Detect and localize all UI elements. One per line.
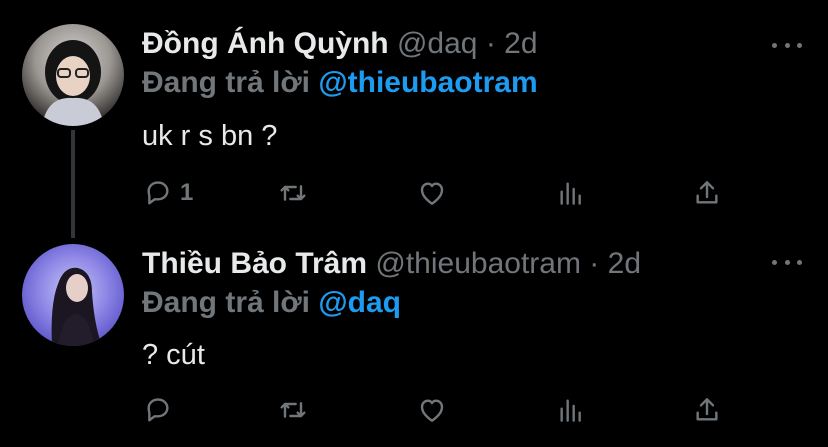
like-icon [420,182,444,205]
tweet-text: uk r s bn ? [142,120,278,152]
timestamp[interactable]: 2d [608,247,641,280]
replying-label: Đang trả lời [142,286,311,319]
display-name[interactable]: Thiều Bảo Trâm [142,247,367,280]
replying-to: Đang trả lời @thieubaotram [142,66,538,100]
tweet-daq[interactable]: Đồng Ánh Quỳnh @daq · 2d Đang trả lời @t… [0,0,828,230]
share-button[interactable] [691,390,723,430]
views-icon [560,182,581,205]
more-options-button[interactable] [772,252,802,272]
reply-icon [147,398,169,422]
like-button[interactable] [416,390,448,430]
share-icon [696,398,718,421]
mention-link[interactable]: @daq [318,286,401,319]
reply-button[interactable]: 1 [142,173,193,213]
retweet-button[interactable] [277,390,309,430]
action-bar: 1 [0,173,828,213]
avatar[interactable] [22,244,124,346]
more-options-button[interactable] [772,35,802,55]
retweet-icon [280,185,306,201]
avatar[interactable] [22,24,124,126]
like-icon [420,399,444,422]
share-button[interactable] [691,173,723,213]
mention-link[interactable]: @thieubaotram [318,66,537,99]
separator: · [589,247,600,280]
tweet-text: ? cút [142,339,205,371]
views-button[interactable] [555,173,587,213]
more-icon [772,42,777,48]
action-bar [0,390,828,430]
share-icon [696,181,718,204]
tweet-header: Đồng Ánh Quỳnh @daq · 2d [142,27,538,61]
username[interactable]: @thieubaotram [375,247,581,280]
username[interactable]: @daq [397,27,478,60]
like-button[interactable] [416,173,448,213]
timestamp[interactable]: 2d [504,27,537,60]
tweet-thieubaotram[interactable]: Thiều Bảo Trâm @thieubaotram · 2d Đang t… [0,230,828,447]
reply-icon [147,181,169,205]
retweet-icon [280,402,306,418]
reply-button[interactable] [142,390,180,430]
separator: · [485,27,496,60]
views-icon [560,399,581,422]
avatar-image [42,40,104,126]
tweet-header: Thiều Bảo Trâm @thieubaotram · 2d [142,247,641,281]
replying-label: Đang trả lời [142,66,311,99]
more-icon [772,259,777,265]
avatar-image [51,267,102,346]
reply-count: 1 [180,179,194,206]
display-name[interactable]: Đồng Ánh Quỳnh [142,27,389,60]
replying-to: Đang trả lời @daq [142,286,401,320]
views-button[interactable] [555,390,587,430]
retweet-button[interactable] [277,173,309,213]
